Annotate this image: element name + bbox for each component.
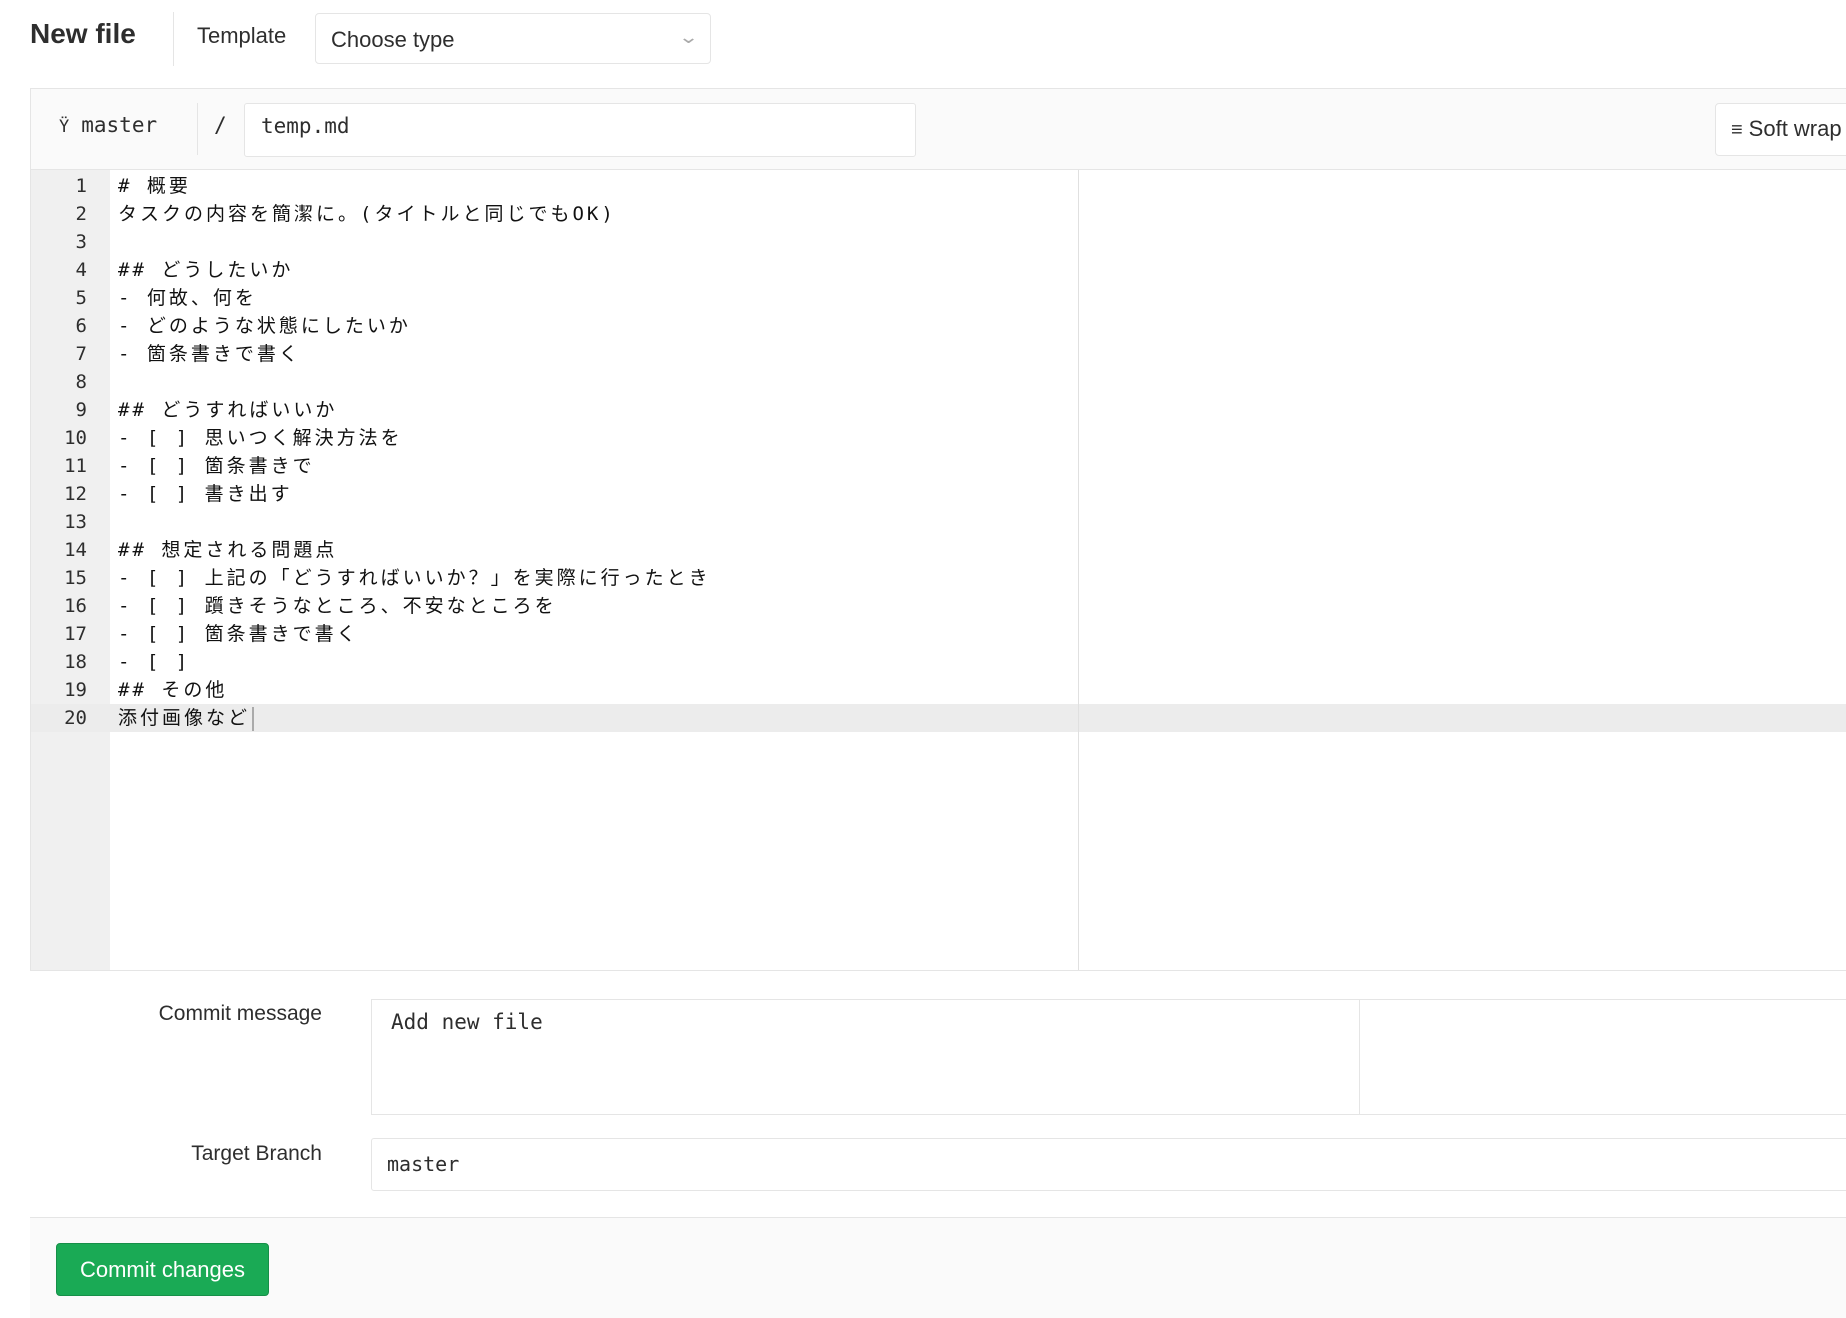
template-type-select[interactable]: Choose type ⌄ (315, 13, 711, 64)
line-text: - [ ] 箇条書きで (118, 455, 315, 477)
editor-line[interactable]: 8 (31, 368, 1846, 396)
line-number: 10 (64, 427, 87, 449)
line-number: 4 (75, 259, 87, 281)
editor-line[interactable]: 20 添付画像など (31, 704, 1846, 732)
editor-line[interactable]: 14 ## 想定される問題点 (31, 536, 1846, 564)
line-number: 18 (64, 651, 87, 673)
line-number: 15 (64, 567, 87, 589)
line-text: - [ ] 箇条書きで書く (118, 623, 359, 645)
line-text: ## どうしたいか (118, 259, 294, 281)
commit-message-value: Add new file (391, 1010, 543, 1034)
editor-line[interactable]: 9 ## どうすればいいか (31, 396, 1846, 424)
line-text: - 箇条書きで書く (118, 343, 301, 365)
template-label: Template (197, 23, 287, 48)
line-number: 8 (75, 371, 87, 393)
editor-line[interactable]: 4 ## どうしたいか (31, 256, 1846, 284)
editor-line[interactable]: 5 - 何故、何を (31, 284, 1846, 312)
line-number: 14 (64, 539, 87, 561)
line-text: 添付画像など (118, 704, 255, 732)
soft-wrap-label: Soft wrap (1748, 116, 1842, 141)
editor-header: Ÿmaster / temp.md ≡ Soft wrap (31, 89, 1846, 170)
line-text: ## どうすればいいか (118, 399, 338, 421)
soft-wrap-button[interactable]: ≡ Soft wrap (1715, 103, 1846, 156)
line-number: 17 (64, 623, 87, 645)
file-editor: Ÿmaster / temp.md ≡ Soft wrap 1 # 概要 2 タスクの内… (30, 88, 1846, 971)
editor-line[interactable]: 16 - [ ] 躓きそうなところ、不安なところを (31, 592, 1846, 620)
branch-label: master (81, 113, 158, 137)
line-number: 16 (64, 595, 87, 617)
textarea-divider (1359, 1000, 1360, 1114)
line-text: - [ ] 思いつく解決方法を (118, 427, 403, 449)
line-number: 20 (64, 707, 87, 729)
editor-header-divider (197, 103, 198, 155)
page-title: New file (30, 18, 136, 49)
header-divider (173, 12, 174, 66)
line-text: ## 想定される問題点 (118, 539, 338, 561)
editor-line[interactable]: 18 - [ ] (31, 648, 1846, 676)
line-number: 11 (64, 455, 87, 477)
chevron-down-icon: ⌄ (677, 27, 700, 47)
line-number: 13 (64, 511, 87, 533)
line-text: - [ ] 躓きそうなところ、不安なところを (118, 595, 557, 617)
line-number: 2 (75, 203, 87, 225)
line-number: 12 (64, 483, 87, 505)
editor-line[interactable]: 12 - [ ] 書き出す (31, 480, 1846, 508)
editor-line[interactable]: 6 - どのような状態にしたいか (31, 312, 1846, 340)
line-text: - [ ] 書き出す (118, 483, 293, 505)
editor-line[interactable]: 17 - [ ] 箇条書きで書く (31, 620, 1846, 648)
file-name-input[interactable]: temp.md (244, 103, 916, 157)
line-text: ## その他 (118, 679, 228, 701)
editor-line[interactable]: 7 - 箇条書きで書く (31, 340, 1846, 368)
editor-line[interactable]: 3 (31, 228, 1846, 256)
template-select-value: Choose type (331, 27, 455, 52)
print-margin (1078, 170, 1079, 970)
editor-line[interactable]: 10 - [ ] 思いつく解決方法を (31, 424, 1846, 452)
editor-line[interactable]: 1 # 概要 (31, 172, 1846, 200)
editor-line[interactable]: 2 タスクの内容を簡潔に。(タイトルと同じでもOK) (31, 200, 1846, 228)
line-number: 19 (64, 679, 87, 701)
commit-message-textarea[interactable]: Add new file (371, 999, 1846, 1115)
commit-message-label: Commit message (158, 1002, 322, 1025)
wrap-icon: ≡ (1731, 119, 1743, 141)
line-number: 3 (75, 231, 87, 253)
line-number: 1 (75, 175, 87, 197)
line-number: 7 (75, 343, 87, 365)
target-branch-label: Target Branch (191, 1142, 322, 1165)
form-actions (30, 1217, 1846, 1318)
editor-line[interactable]: 19 ## その他 (31, 676, 1846, 704)
line-text: - [ ] 上記の「どうすればいいか？」を実際に行ったとき (118, 567, 711, 589)
line-text: - 何故、何を (118, 287, 257, 309)
line-number: 9 (75, 399, 87, 421)
path-separator: / (214, 113, 227, 137)
line-number: 5 (75, 287, 87, 309)
line-text: - [ ] (118, 651, 191, 673)
editor-line[interactable]: 11 - [ ] 箇条書きで (31, 452, 1846, 480)
editor-line[interactable]: 13 (31, 508, 1846, 536)
line-text: - どのような状態にしたいか (118, 315, 411, 337)
line-text: # 概要 (118, 175, 191, 197)
line-number: 6 (75, 315, 87, 337)
text-cursor (252, 706, 255, 731)
editor-line[interactable]: 15 - [ ] 上記の「どうすればいいか？」を実際に行ったとき (31, 564, 1846, 592)
git-branch-icon: Ÿ (59, 117, 70, 137)
target-branch-input[interactable]: master (371, 1138, 1846, 1191)
line-text: タスクの内容を簡潔に。(タイトルと同じでもOK) (118, 203, 616, 225)
commit-changes-button[interactable]: Commit changes (56, 1243, 269, 1296)
branch-name: Ÿmaster (59, 113, 157, 137)
